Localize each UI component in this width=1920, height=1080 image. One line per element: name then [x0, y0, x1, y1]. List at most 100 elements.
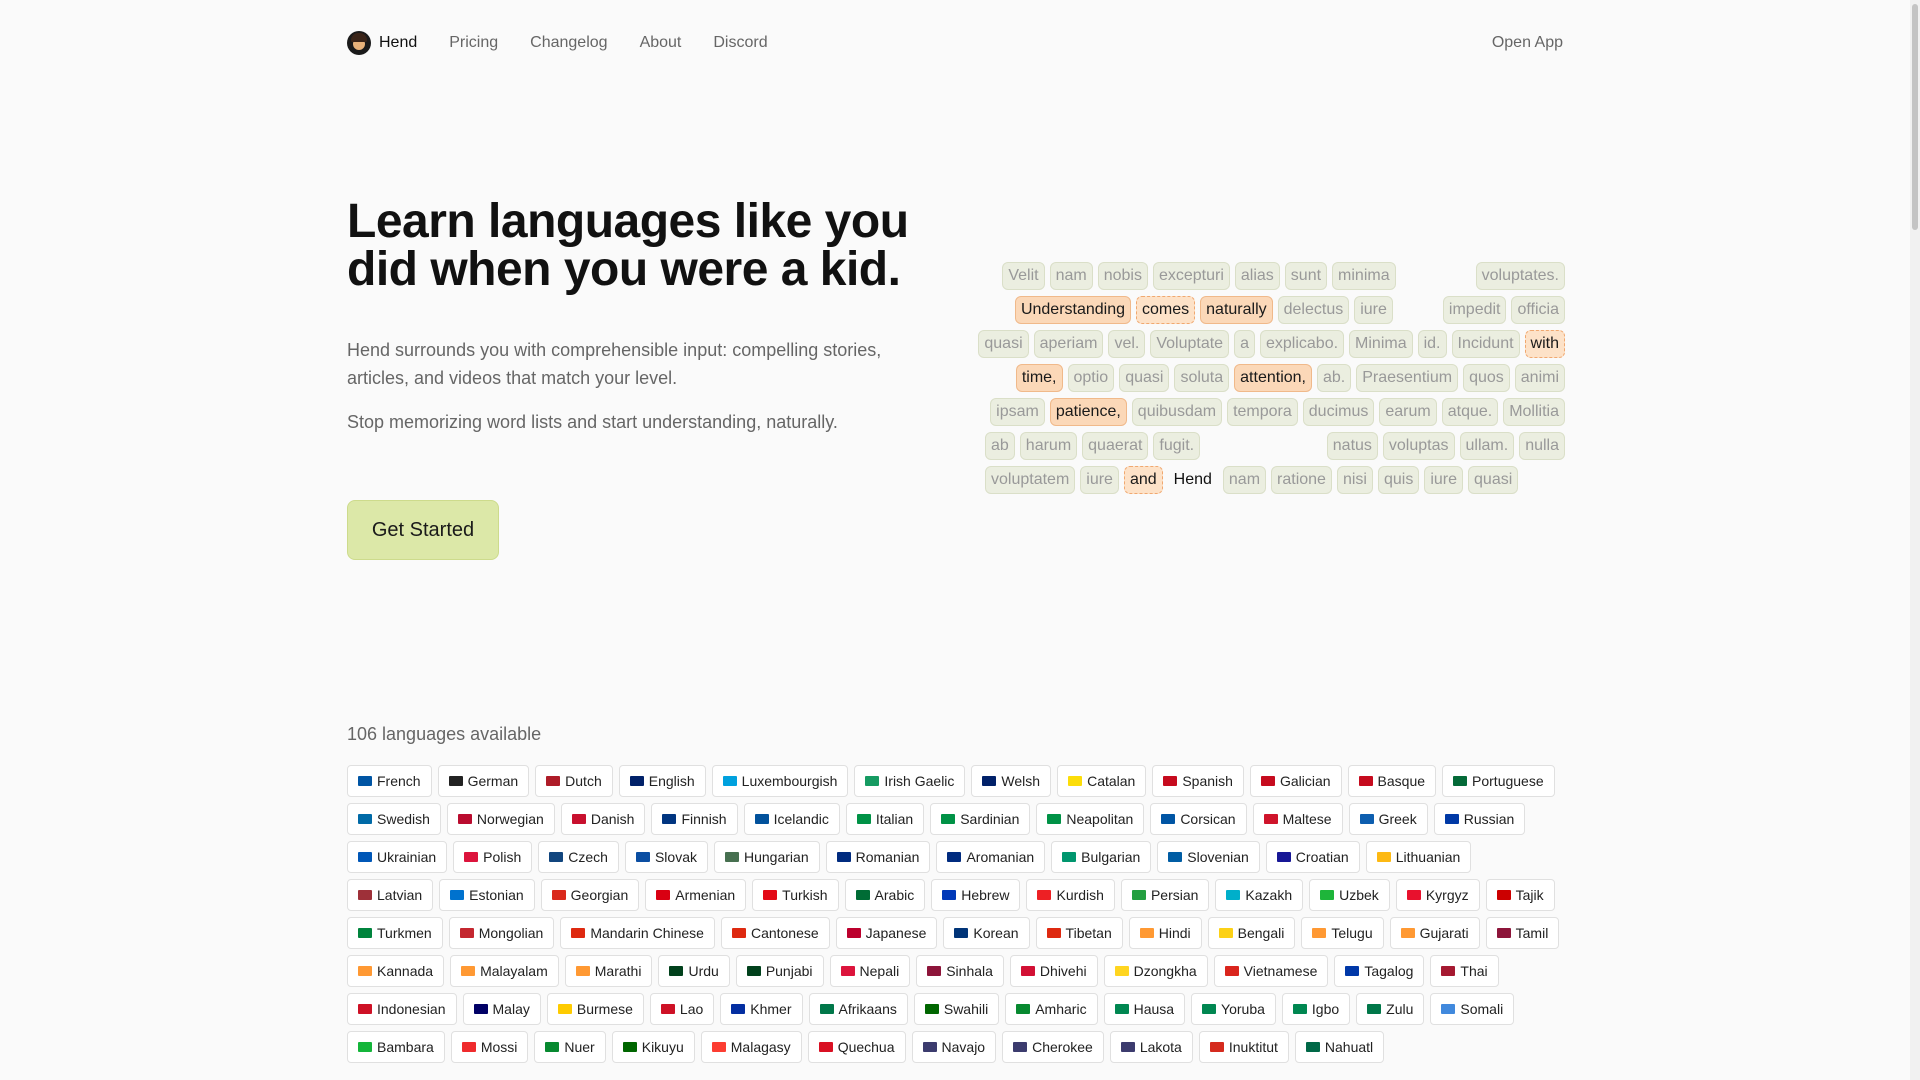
language-chip[interactable]: Nepali: [829, 955, 911, 987]
language-chip[interactable]: Neapolitan: [1036, 803, 1145, 835]
language-chip[interactable]: Kazakh: [1215, 879, 1304, 911]
language-chip[interactable]: French: [347, 765, 432, 797]
language-chip[interactable]: Lakota: [1109, 1031, 1193, 1063]
language-chip[interactable]: Khmer: [720, 993, 803, 1025]
language-chip[interactable]: Icelandic: [743, 803, 840, 835]
language-chip[interactable]: Afrikaans: [808, 993, 908, 1025]
language-chip[interactable]: Navajo: [911, 1031, 997, 1063]
language-chip[interactable]: Catalan: [1057, 765, 1147, 797]
language-chip[interactable]: Norwegian: [446, 803, 555, 835]
language-chip[interactable]: Amharic: [1005, 993, 1098, 1025]
language-chip[interactable]: Hausa: [1103, 993, 1186, 1025]
brand-link[interactable]: Hend: [347, 31, 417, 55]
language-chip[interactable]: Zulu: [1356, 993, 1425, 1025]
language-chip[interactable]: Czech: [538, 841, 619, 873]
language-chip[interactable]: Arabic: [844, 879, 926, 911]
language-chip[interactable]: Yoruba: [1191, 993, 1276, 1025]
nav-link-discord[interactable]: Discord: [713, 34, 767, 52]
language-chip[interactable]: Irish Gaelic: [854, 765, 966, 797]
language-chip[interactable]: Sardinian: [930, 803, 1031, 835]
language-chip[interactable]: Dzongkha: [1103, 955, 1208, 987]
language-chip[interactable]: Spanish: [1152, 765, 1244, 797]
language-chip[interactable]: Dhivehi: [1009, 955, 1098, 987]
language-chip[interactable]: Finnish: [651, 803, 738, 835]
language-chip[interactable]: Korean: [943, 917, 1030, 949]
language-chip[interactable]: Corsican: [1150, 803, 1247, 835]
language-chip[interactable]: Vietnamese: [1213, 955, 1329, 987]
language-chip[interactable]: Lao: [649, 993, 715, 1025]
language-chip[interactable]: Armenian: [645, 879, 747, 911]
language-chip[interactable]: Marathi: [564, 955, 653, 987]
language-chip[interactable]: Nuer: [534, 1031, 606, 1063]
nav-link-changelog[interactable]: Changelog: [530, 34, 607, 52]
language-chip[interactable]: Turkmen: [347, 917, 443, 949]
language-chip[interactable]: Aromanian: [936, 841, 1046, 873]
language-chip[interactable]: Welsh: [971, 765, 1052, 797]
language-chip[interactable]: Gujarati: [1389, 917, 1480, 949]
language-chip[interactable]: Urdu: [658, 955, 730, 987]
nav-link-about[interactable]: About: [640, 34, 682, 52]
language-chip[interactable]: Greek: [1348, 803, 1428, 835]
language-chip[interactable]: Tamil: [1485, 917, 1560, 949]
language-chip[interactable]: Ukrainian: [347, 841, 448, 873]
language-chip[interactable]: Hindi: [1128, 917, 1202, 949]
language-chip[interactable]: Mongolian: [448, 917, 555, 949]
language-chip[interactable]: Cantonese: [720, 917, 830, 949]
language-chip[interactable]: Latvian: [347, 879, 434, 911]
language-chip[interactable]: Mandarin Chinese: [560, 917, 715, 949]
page-scrollbar[interactable]: [1910, 0, 1920, 1080]
language-chip[interactable]: Sinhala: [916, 955, 1004, 987]
language-chip[interactable]: Kyrgyz: [1395, 879, 1480, 911]
language-chip[interactable]: Uzbek: [1309, 879, 1390, 911]
language-chip[interactable]: Hebrew: [931, 879, 1021, 911]
language-chip[interactable]: Turkish: [752, 879, 839, 911]
language-chip[interactable]: Swedish: [347, 803, 441, 835]
language-chip[interactable]: Malay: [462, 993, 541, 1025]
language-chip[interactable]: Punjabi: [735, 955, 824, 987]
language-chip[interactable]: Burmese: [546, 993, 644, 1025]
language-chip[interactable]: German: [437, 765, 530, 797]
language-chip[interactable]: Quechua: [807, 1031, 906, 1063]
language-chip[interactable]: Italian: [845, 803, 925, 835]
language-chip[interactable]: Lithuanian: [1365, 841, 1472, 873]
language-chip[interactable]: Bulgarian: [1051, 841, 1152, 873]
open-app-link[interactable]: Open App: [1492, 34, 1563, 52]
language-chip[interactable]: Malayalam: [450, 955, 559, 987]
language-chip[interactable]: Maltese: [1252, 803, 1343, 835]
language-chip[interactable]: Bengali: [1207, 917, 1296, 949]
language-chip[interactable]: Kurdish: [1026, 879, 1115, 911]
language-chip[interactable]: Cherokee: [1002, 1031, 1104, 1063]
get-started-button[interactable]: Get Started: [347, 500, 499, 560]
language-chip[interactable]: Estonian: [439, 879, 535, 911]
nav-link-pricing[interactable]: Pricing: [449, 34, 498, 52]
language-chip[interactable]: Georgian: [540, 879, 640, 911]
language-chip[interactable]: Tibetan: [1035, 917, 1123, 949]
language-chip[interactable]: Japanese: [835, 917, 938, 949]
language-chip[interactable]: Portuguese: [1442, 765, 1555, 797]
language-chip[interactable]: Russian: [1433, 803, 1526, 835]
language-chip[interactable]: Thai: [1430, 955, 1499, 987]
language-chip[interactable]: Basque: [1347, 765, 1437, 797]
language-chip[interactable]: Polish: [453, 841, 533, 873]
language-chip[interactable]: English: [618, 765, 706, 797]
language-chip[interactable]: Hungarian: [714, 841, 820, 873]
language-chip[interactable]: Swahili: [913, 993, 1000, 1025]
language-chip[interactable]: Romanian: [825, 841, 931, 873]
language-chip[interactable]: Bambara: [347, 1031, 445, 1063]
language-chip[interactable]: Danish: [560, 803, 646, 835]
language-chip[interactable]: Kikuyu: [611, 1031, 695, 1063]
language-chip[interactable]: Igbo: [1281, 993, 1351, 1025]
language-chip[interactable]: Mossi: [450, 1031, 529, 1063]
language-chip[interactable]: Telugu: [1301, 917, 1384, 949]
language-chip[interactable]: Galician: [1249, 765, 1342, 797]
language-chip[interactable]: Tajik: [1485, 879, 1555, 911]
language-chip[interactable]: Tagalog: [1334, 955, 1425, 987]
language-chip[interactable]: Luxembourgish: [711, 765, 849, 797]
language-chip[interactable]: Nahuatl: [1294, 1031, 1385, 1063]
scrollbar-thumb[interactable]: [1912, 4, 1918, 230]
language-chip[interactable]: Kannada: [347, 955, 445, 987]
language-chip[interactable]: Somali: [1430, 993, 1515, 1025]
language-chip[interactable]: Inuktitut: [1198, 1031, 1289, 1063]
language-chip[interactable]: Malagasy: [700, 1031, 802, 1063]
language-chip[interactable]: Croatian: [1265, 841, 1360, 873]
